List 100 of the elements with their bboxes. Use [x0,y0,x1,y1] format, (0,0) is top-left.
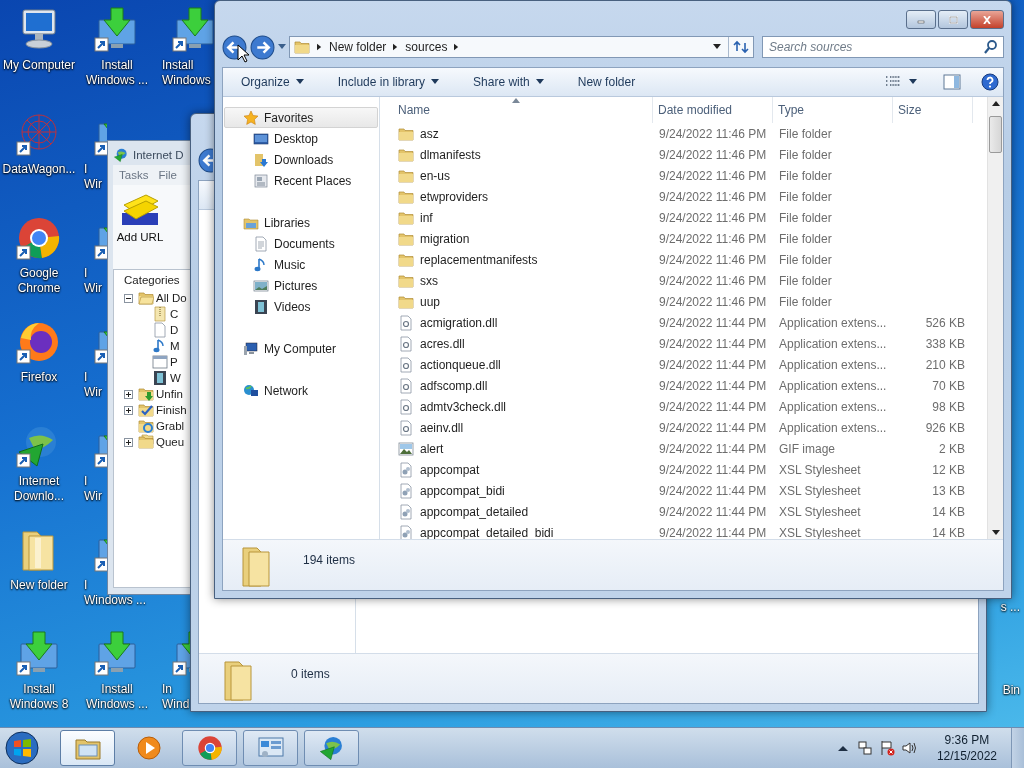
network-icon[interactable] [856,740,873,756]
type-cell: XSL Stylesheet [779,462,861,477]
column-header[interactable]: Date modified [653,97,773,123]
chevron-icon[interactable] [317,43,322,51]
toolbar-button[interactable]: Include in library [329,72,448,92]
file-name[interactable]: uup [420,294,441,309]
scrollbar[interactable] [987,97,1003,539]
expander-icon[interactable] [124,293,133,303]
file-name[interactable]: migration [420,231,470,246]
close-button[interactable] [970,10,1004,29]
scroll-down-icon[interactable] [991,530,1000,535]
flag-icon[interactable] [878,740,895,756]
taskbar-button[interactable] [304,730,359,766]
nav-item[interactable]: Network [224,380,378,401]
nav-item[interactable]: Downloads [223,149,379,170]
maximize-button[interactable] [938,10,968,29]
taskbar-button[interactable] [60,730,115,766]
file-name[interactable]: admtv3check.dll [420,399,507,414]
scroll-up-icon[interactable] [991,101,1000,106]
menu-item[interactable]: Tasks [119,169,149,181]
tree-item[interactable]: M [170,340,180,352]
date-cell: 9/24/2022 11:44 PM [659,357,767,372]
file-name[interactable]: appcompat_bidi [420,483,505,498]
taskbar-button[interactable] [182,730,237,766]
file-name[interactable]: acres.dll [420,336,465,351]
nav-item[interactable]: Pictures [223,275,379,296]
caret-icon[interactable] [909,79,917,85]
tree-item[interactable]: W [170,372,181,384]
nav-item[interactable]: Favorites [224,107,378,128]
file-name[interactable]: actionqueue.dll [420,357,501,372]
toolbar-button[interactable]: Organize [233,72,312,92]
computer-icon [243,340,259,357]
item-count: 194 items [303,553,356,567]
nav-item[interactable]: Libraries [224,212,378,233]
nav-item[interactable]: Documents [223,233,379,254]
nav-item[interactable]: Desktop [223,128,379,149]
tree-item[interactable]: P [170,356,178,368]
clock[interactable]: 9:36 PM 12/15/2022 [936,732,997,764]
scroll-thumb[interactable] [989,116,1002,153]
tree-item[interactable]: Grabl [156,420,185,432]
breadcrumb-item[interactable]: New folder [329,40,387,54]
minimize-button[interactable] [906,10,936,29]
film-icon [253,298,269,315]
nav-item[interactable]: Videos [223,296,379,317]
column-header[interactable]: Size [893,97,973,123]
nav-item[interactable]: My Computer [224,338,378,359]
forward-button[interactable] [250,34,275,60]
nav-item[interactable]: Music [223,254,379,275]
nav-item[interactable]: Recent Places [223,170,379,191]
window-icon [152,354,168,370]
chevron-icon[interactable] [454,43,460,51]
tree-item[interactable]: C [170,308,179,320]
taskbar-button[interactable] [243,730,298,766]
file-name[interactable]: appcompat_detailed [420,504,529,519]
chevron-icon[interactable] [393,43,399,51]
type-cell: File folder [779,126,832,141]
file-name[interactable]: sxs [420,273,438,288]
type-cell: XSL Stylesheet [779,483,861,498]
file-name[interactable]: acmigration.dll [420,315,498,330]
gear-file-icon [398,377,414,394]
file-name[interactable]: alert [420,441,444,456]
file-name[interactable]: aeinv.dll [420,420,464,435]
file-name[interactable]: replacementmanifests [420,252,538,267]
type-cell: Application extens... [779,378,887,393]
gear-file-icon [398,356,414,373]
tree-item[interactable]: All Do [156,292,187,304]
file-name[interactable]: en-us [420,168,451,183]
speaker-icon[interactable] [900,740,917,756]
tree-item[interactable]: Finish [156,404,187,416]
file-name[interactable]: appcompat_detailed_bidi [420,525,554,539]
start-button[interactable] [4,730,40,766]
toolbar-button[interactable]: New folder [569,72,644,92]
menu-item[interactable]: File [158,169,177,181]
search-field[interactable]: Search sources [762,36,1004,58]
tree-item[interactable]: Queu [156,436,185,448]
expander-icon[interactable] [124,389,133,399]
breadcrumb-item[interactable]: sources [405,40,448,54]
folders-icon [138,434,154,450]
file-name[interactable]: asz [420,126,439,141]
file-name[interactable]: etwproviders [420,189,489,204]
file-name[interactable]: inf [420,210,433,225]
globe-arrow-icon [113,147,129,163]
play-icon [134,734,163,762]
address-bar[interactable]: New folder sources [289,36,754,58]
column-header[interactable]: Type [773,97,893,123]
expander-icon[interactable] [124,437,133,447]
caret-icon[interactable] [713,44,721,50]
tree-item[interactable]: Unfin [156,388,183,400]
expander-icon[interactable] [124,405,133,415]
file-name[interactable]: dlmanifests [420,147,481,162]
column-header[interactable]: Name [380,97,653,123]
file-name[interactable]: appcompat [420,462,480,477]
file-name[interactable]: adfscomp.dll [420,378,488,393]
date-cell: 9/24/2022 11:44 PM [659,462,767,477]
date-cell: 9/24/2022 11:44 PM [659,315,767,330]
icon-label: My Computer [3,58,75,73]
recent-places-icon [253,172,269,189]
toolbar-button[interactable]: Share with [465,72,552,92]
tree-item[interactable]: D [170,324,179,336]
monitor-arrow-icon[interactable] [171,6,214,54]
